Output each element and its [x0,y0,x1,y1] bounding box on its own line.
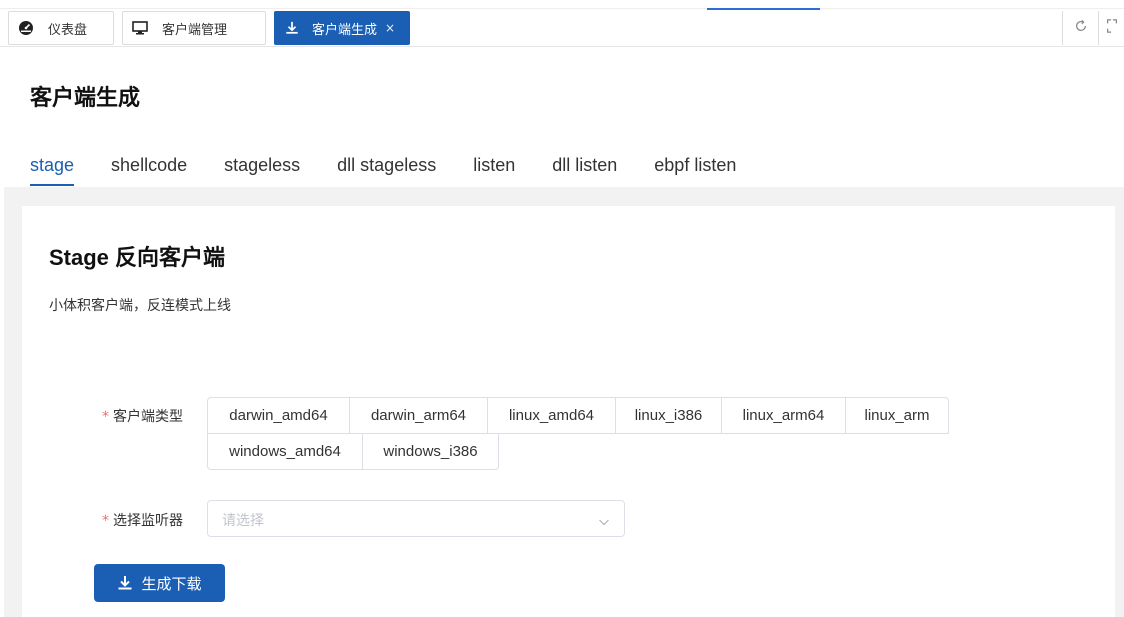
tab-label: 客户端管理 [162,22,228,38]
tab-stageless[interactable]: stageless [224,150,300,186]
tab-strip-bottom-border [0,46,1124,47]
tab-stage[interactable]: stage [30,150,75,186]
close-icon[interactable]: × [385,21,395,35]
required-mark: * [102,513,109,529]
tab-strip-accent [707,8,820,10]
tab-dll-listen[interactable]: dll listen [552,150,617,186]
dashboard-icon [18,20,34,36]
monitor-icon [132,20,148,36]
chevron-down-icon [598,513,610,526]
tab-ebpf-listen[interactable]: ebpf listen [654,150,736,186]
client-type-option[interactable]: linux_arm [845,397,949,434]
download-icon [284,20,300,36]
page-title: 客户端生成 [30,86,141,111]
listener-placeholder: 请选择 [222,513,264,529]
tab-client-generate[interactable]: 客户端生成 × [274,11,410,45]
tab-shellcode[interactable]: shellcode [111,150,187,186]
tab-label: 客户端生成 [312,22,378,38]
fullscreen-button[interactable] [1098,11,1124,45]
refresh-icon [1074,19,1088,37]
client-type-option[interactable]: darwin_amd64 [207,397,350,434]
client-type-option[interactable]: windows_i386 [362,433,499,470]
client-type-option[interactable]: linux_amd64 [487,397,616,434]
required-mark: * [102,409,109,425]
card-description: 小体积客户端，反连模式上线 [49,298,231,314]
client-type-label: * 客户端类型 [102,409,183,425]
listener-label: * 选择监听器 [102,513,183,529]
tab-strip-top-border [0,8,1124,9]
generate-download-button[interactable]: 生成下载 [94,564,225,602]
client-type-option[interactable]: windows_amd64 [207,433,363,470]
generate-button-label: 生成下载 [141,574,202,593]
tab-listen[interactable]: listen [473,150,515,186]
tab-dll-stageless[interactable]: dll stageless [337,150,436,186]
card-title: Stage 反向客户端 [49,245,226,270]
tab-dashboard[interactable]: 仪表盘 [8,11,114,45]
client-type-option[interactable]: linux_arm64 [721,397,846,434]
fullscreen-icon [1106,19,1118,37]
generator-tabs: stage shellcode stageless dll stageless … [30,150,773,190]
client-type-option[interactable]: linux_i386 [615,397,722,434]
refresh-button[interactable] [1062,11,1098,45]
tab-strip: 仪表盘 客户端管理 客户端生成 × [0,0,1124,48]
listener-select[interactable]: 请选择 [207,500,625,537]
download-icon [117,575,133,591]
client-type-option[interactable]: darwin_arm64 [349,397,488,434]
tab-client-management[interactable]: 客户端管理 [122,11,266,45]
tab-label: 仪表盘 [48,22,88,38]
